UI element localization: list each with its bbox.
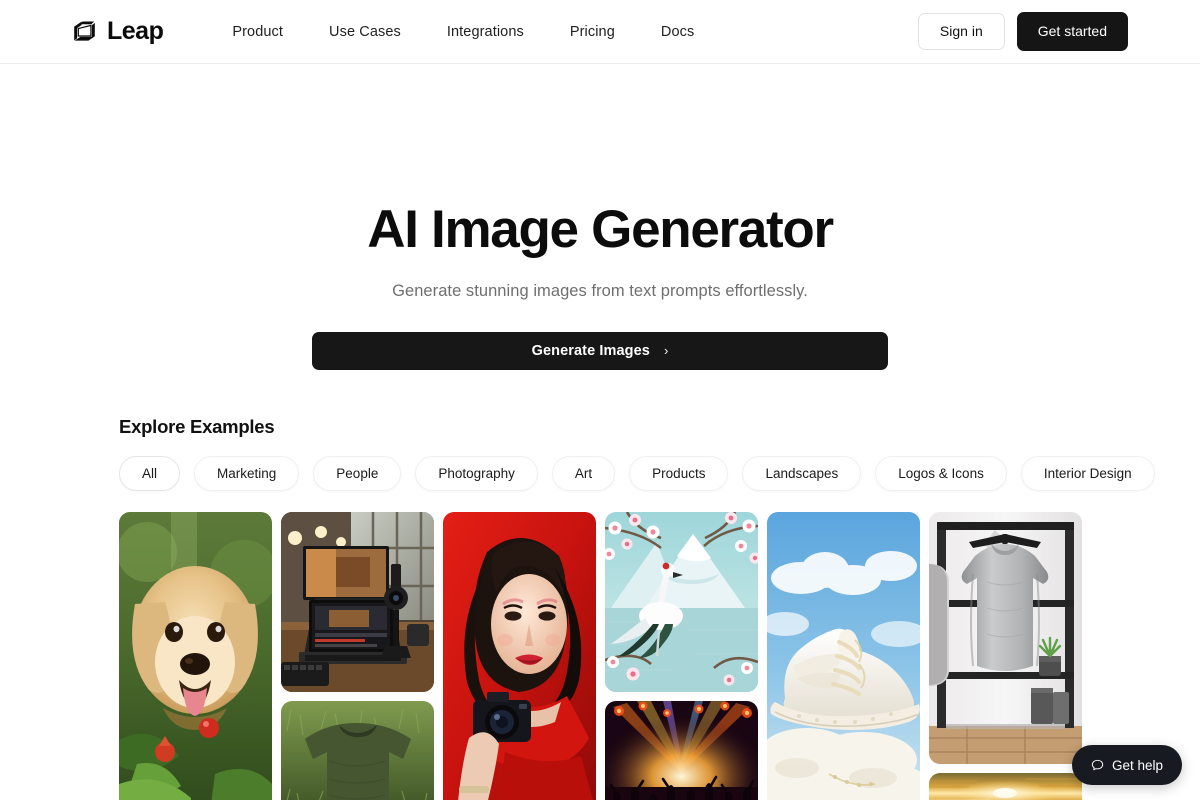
hero-section: AI Image Generator Generate stunning ima… bbox=[0, 64, 1200, 370]
cube-logo-icon bbox=[72, 19, 98, 45]
filter-chip-landscapes[interactable]: Landscapes bbox=[742, 455, 862, 491]
nav-item-docs[interactable]: Docs bbox=[638, 16, 717, 48]
gallery-tile-golden-retriever-puppy-in-garden[interactable] bbox=[119, 511, 272, 800]
get-started-button[interactable]: Get started bbox=[1016, 12, 1128, 51]
page-title: AI Image Generator bbox=[367, 200, 834, 259]
main-nav: Product Use Cases Integrations Pricing D… bbox=[209, 16, 717, 48]
get-help-label: Get help bbox=[1111, 757, 1163, 773]
examples-gallery bbox=[119, 511, 1200, 800]
gallery-column-1 bbox=[119, 511, 272, 800]
gallery-tile-crane-and-mount-fuji-blossoms[interactable] bbox=[605, 511, 758, 692]
hero-subtitle: Generate stunning images from text promp… bbox=[392, 281, 808, 300]
nav-item-pricing[interactable]: Pricing bbox=[547, 16, 638, 48]
generate-images-label: Generate Images bbox=[531, 342, 650, 359]
gallery-tile-video-editing-desk-setup[interactable] bbox=[281, 511, 434, 692]
chat-bubble-icon bbox=[1091, 759, 1104, 772]
gallery-column-6 bbox=[929, 511, 1082, 800]
filter-chip-logos-icons[interactable]: Logos & Icons bbox=[875, 455, 1007, 491]
gallery-tile-grey-tshirt-on-rack-mockup[interactable] bbox=[929, 511, 1082, 764]
sign-in-button[interactable]: Sign in bbox=[917, 13, 1005, 50]
filter-chip-people[interactable]: People bbox=[313, 455, 402, 491]
explore-examples-title: Explore Examples bbox=[119, 415, 275, 437]
brand-logo-link[interactable]: Leap bbox=[72, 17, 164, 45]
nav-item-integrations[interactable]: Integrations bbox=[424, 16, 547, 48]
nav-item-product[interactable]: Product bbox=[209, 16, 306, 48]
generate-images-button[interactable]: Generate Images › bbox=[312, 331, 888, 370]
gallery-column-5 bbox=[767, 511, 920, 800]
filter-chip-photography[interactable]: Photography bbox=[415, 455, 538, 491]
gallery-tile-olive-green-tshirt-on-grass[interactable] bbox=[281, 700, 434, 800]
site-header: Leap Product Use Cases Integrations Pric… bbox=[0, 0, 1200, 64]
get-help-button[interactable]: Get help bbox=[1071, 745, 1182, 785]
nav-item-use-cases[interactable]: Use Cases bbox=[306, 16, 424, 48]
hero-cta-wrap: Generate Images › bbox=[0, 331, 1200, 370]
gallery-column-4 bbox=[605, 511, 758, 800]
gallery-column-3 bbox=[443, 511, 596, 800]
gallery-column-2 bbox=[281, 511, 434, 800]
chevron-right-icon: › bbox=[663, 343, 669, 359]
filter-chip-interior-design[interactable]: Interior Design bbox=[1020, 455, 1155, 491]
gallery-tile-woman-in-red-with-camera[interactable] bbox=[443, 511, 596, 800]
explore-examples-section: Explore Examples All Marketing People Ph… bbox=[0, 416, 1200, 800]
gallery-tile-golden-sunset-over-ocean[interactable] bbox=[929, 772, 1082, 800]
category-filter-row[interactable]: All Marketing People Photography Art Pro… bbox=[119, 455, 1200, 493]
gallery-tile-white-sneaker-in-clouds[interactable] bbox=[767, 511, 920, 800]
filter-chip-all[interactable]: All bbox=[119, 455, 181, 491]
filter-chip-art[interactable]: Art bbox=[551, 455, 616, 491]
header-actions: Sign in Get started bbox=[917, 12, 1128, 51]
brand-name: Leap bbox=[107, 17, 164, 45]
gallery-tile-concert-stage-lights-crowd[interactable] bbox=[605, 700, 758, 800]
filter-chip-products[interactable]: Products bbox=[629, 455, 729, 491]
filter-chip-marketing[interactable]: Marketing bbox=[194, 455, 300, 491]
